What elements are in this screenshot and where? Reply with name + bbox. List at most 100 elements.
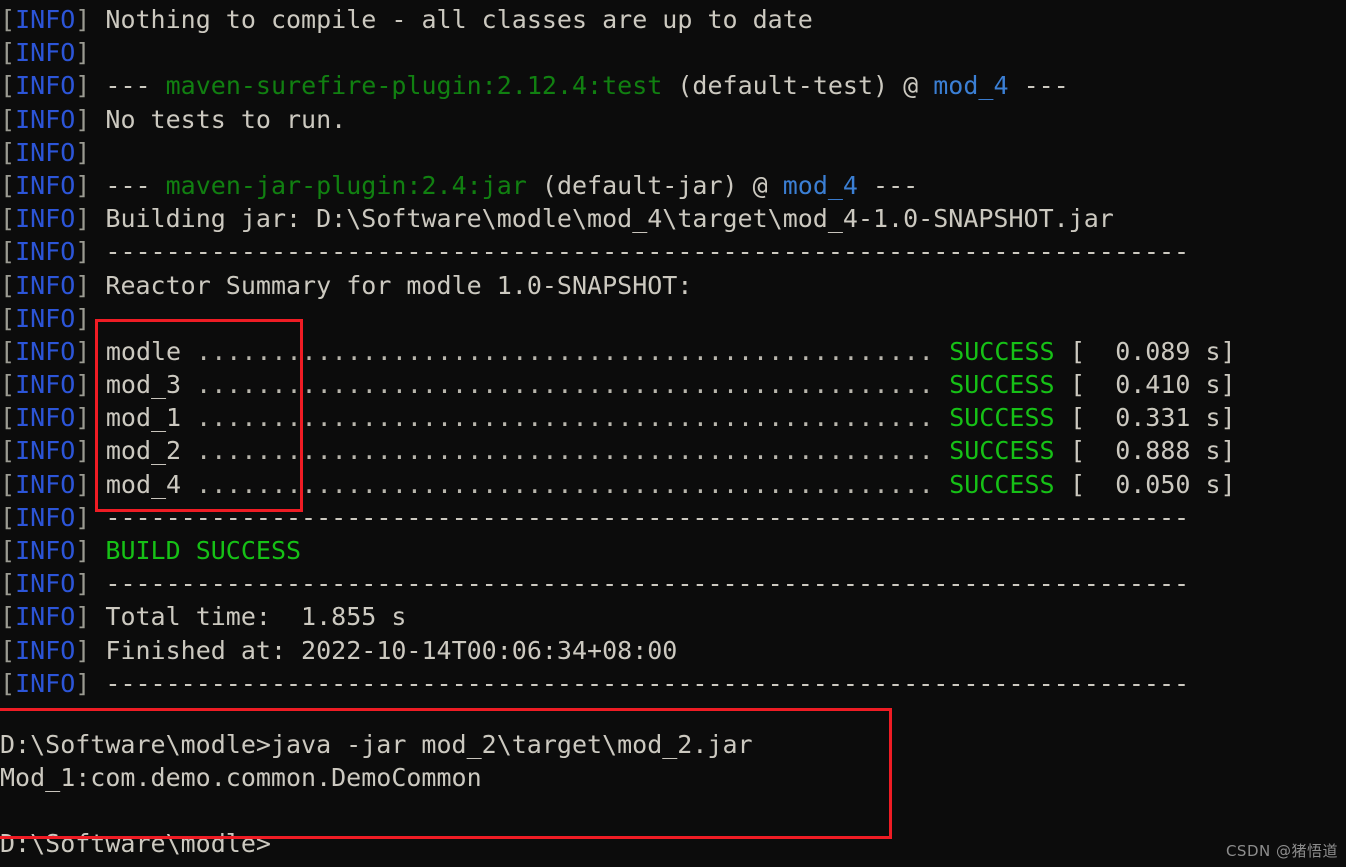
- separator-dashes: ----------------------------------------…: [90, 668, 1190, 698]
- shell-prompt-text: D:\Software\modle>: [0, 829, 271, 858]
- log-line: [INFO] --- maven-jar-plugin:2.4:jar (def…: [0, 169, 1236, 202]
- info-bracket-open: [: [0, 104, 16, 134]
- info-label: INFO: [15, 270, 76, 300]
- log-line: [INFO] Total time: 1.855 s: [0, 600, 1236, 633]
- log-text: Nothing to compile - all classes are up …: [90, 5, 813, 34]
- info-label: INFO: [15, 436, 76, 466]
- reactor-module-name: mod_3: [105, 370, 182, 400]
- info-label: INFO: [15, 71, 76, 101]
- info-bracket-open: [: [0, 303, 16, 333]
- info-bracket-close: ]: [75, 436, 91, 466]
- reactor-summary-title: Reactor Summary for modle 1.0-SNAPSHOT:: [90, 270, 693, 300]
- reactor-module-name: mod_4: [105, 469, 182, 499]
- reactor-dot-leader: ........................................…: [181, 370, 934, 400]
- goal-module-name: mod_4: [782, 170, 858, 200]
- plugin-goal: maven-surefire-plugin:2.12.4:test: [165, 71, 663, 101]
- reactor-status: SUCCESS: [949, 403, 1055, 433]
- info-bracket-open: [: [0, 370, 16, 400]
- info-label: INFO: [15, 204, 76, 234]
- reactor-dot-leader: ........................................…: [181, 469, 934, 499]
- reactor-dot-leader: ........................................…: [181, 403, 934, 433]
- info-bracket-close: ]: [75, 536, 91, 565]
- info-bracket-open: [: [0, 536, 16, 565]
- goal-dashes-right: ---: [857, 170, 919, 200]
- goal-dashes-right: ---: [1008, 71, 1069, 101]
- info-label: INFO: [15, 137, 76, 167]
- info-label: INFO: [15, 403, 76, 433]
- info-bracket-open: [: [0, 403, 16, 433]
- info-bracket-close: ]: [75, 170, 91, 200]
- reactor-row: [INFO] mod_3 ............................…: [0, 368, 1236, 401]
- info-label: INFO: [15, 104, 76, 134]
- info-bracket-close: ]: [75, 38, 91, 68]
- reactor-row: [INFO] mod_1 ............................…: [0, 401, 1236, 434]
- info-bracket-open: [: [0, 502, 16, 532]
- info-label: INFO: [15, 303, 76, 333]
- info-bracket-close: ]: [75, 602, 91, 632]
- log-text: Building jar: D:\Software\modle\mod_4\ta…: [90, 204, 1114, 234]
- log-text: No tests to run.: [90, 104, 347, 134]
- info-bracket-open: [: [0, 336, 16, 366]
- goal-dashes-left: ---: [90, 71, 166, 101]
- reactor-module-name: mod_2: [105, 436, 182, 466]
- info-label: INFO: [15, 635, 76, 665]
- reactor-status: SUCCESS: [949, 436, 1055, 466]
- log-separator-line: [INFO] ---------------------------------…: [0, 567, 1236, 600]
- program-output-text: Mod_1:com.demo.common.DemoCommon: [0, 763, 482, 793]
- info-bracket-open: [: [0, 137, 16, 167]
- info-bracket-close: ]: [75, 336, 91, 366]
- separator-dashes: ----------------------------------------…: [90, 502, 1190, 532]
- plugin-goal: maven-jar-plugin:2.4:jar: [165, 170, 527, 200]
- info-label: INFO: [15, 502, 76, 532]
- separator-dashes: ----------------------------------------…: [90, 237, 1190, 267]
- info-bracket-close: ]: [75, 71, 91, 101]
- info-bracket-open: [: [0, 204, 16, 234]
- reactor-duration: [ 0.410 s]: [1070, 370, 1236, 400]
- reactor-module-name: modle: [105, 336, 182, 366]
- info-bracket-open: [: [0, 38, 16, 68]
- info-bracket-open: [: [0, 469, 16, 499]
- info-bracket-close: ]: [75, 204, 91, 234]
- log-line: [INFO] Finished at: 2022-10-14T00:06:34+…: [0, 634, 1236, 667]
- info-label: INFO: [15, 536, 76, 565]
- finished-at-text: Finished at: 2022-10-14T00:06:34+08:00: [90, 635, 678, 665]
- info-bracket-close: ]: [75, 5, 91, 34]
- log-separator-line: [INFO] ---------------------------------…: [0, 501, 1236, 534]
- info-label: INFO: [15, 237, 76, 267]
- terminal-window[interactable]: [INFO] Nothing to compile - all classes …: [0, 0, 1346, 867]
- reactor-dot-leader: ........................................…: [181, 336, 934, 366]
- info-bracket-close: ]: [75, 403, 91, 433]
- command-output-block: D:\Software\modle>java -jar mod_2\target…: [0, 728, 753, 828]
- trailing-prompt-block[interactable]: D:\Software\modle>: [0, 827, 271, 860]
- goal-execution-id: (default-jar) @: [526, 170, 783, 200]
- command-line-text: D:\Software\modle>java -jar mod_2\target…: [0, 730, 753, 759]
- info-bracket-open: [: [0, 635, 16, 665]
- info-bracket-close: ]: [75, 270, 91, 300]
- reactor-duration: [ 0.888 s]: [1070, 436, 1236, 466]
- info-label: INFO: [15, 370, 76, 400]
- info-bracket-close: ]: [75, 469, 91, 499]
- log-line: [INFO] No tests to run.: [0, 103, 1236, 136]
- info-bracket-open: [: [0, 237, 16, 267]
- reactor-status: SUCCESS: [949, 469, 1055, 499]
- csdn-watermark: CSDN @猪悟道: [1225, 842, 1338, 860]
- info-bracket-open: [: [0, 170, 16, 200]
- reactor-duration: [ 0.050 s]: [1070, 469, 1236, 499]
- log-line: [INFO]: [0, 36, 1236, 69]
- blank-output-line: [0, 794, 753, 827]
- reactor-row: [INFO] mod_2 ............................…: [0, 434, 1236, 467]
- info-bracket-open: [: [0, 436, 16, 466]
- log-line: [INFO] Building jar: D:\Software\modle\m…: [0, 202, 1236, 235]
- shell-prompt-line[interactable]: D:\Software\modle>: [0, 827, 271, 860]
- goal-module-name: mod_4: [933, 71, 1009, 101]
- info-label: INFO: [15, 5, 76, 34]
- info-label: INFO: [15, 38, 76, 68]
- log-line: [INFO]: [0, 136, 1236, 169]
- info-label: INFO: [15, 336, 76, 366]
- reactor-status: SUCCESS: [949, 336, 1055, 366]
- info-bracket-open: [: [0, 5, 16, 34]
- command-prompt-line[interactable]: D:\Software\modle>java -jar mod_2\target…: [0, 728, 753, 761]
- build-result-status: BUILD SUCCESS: [90, 536, 302, 565]
- goal-execution-id: (default-test) @: [662, 71, 934, 101]
- info-label: INFO: [15, 668, 76, 698]
